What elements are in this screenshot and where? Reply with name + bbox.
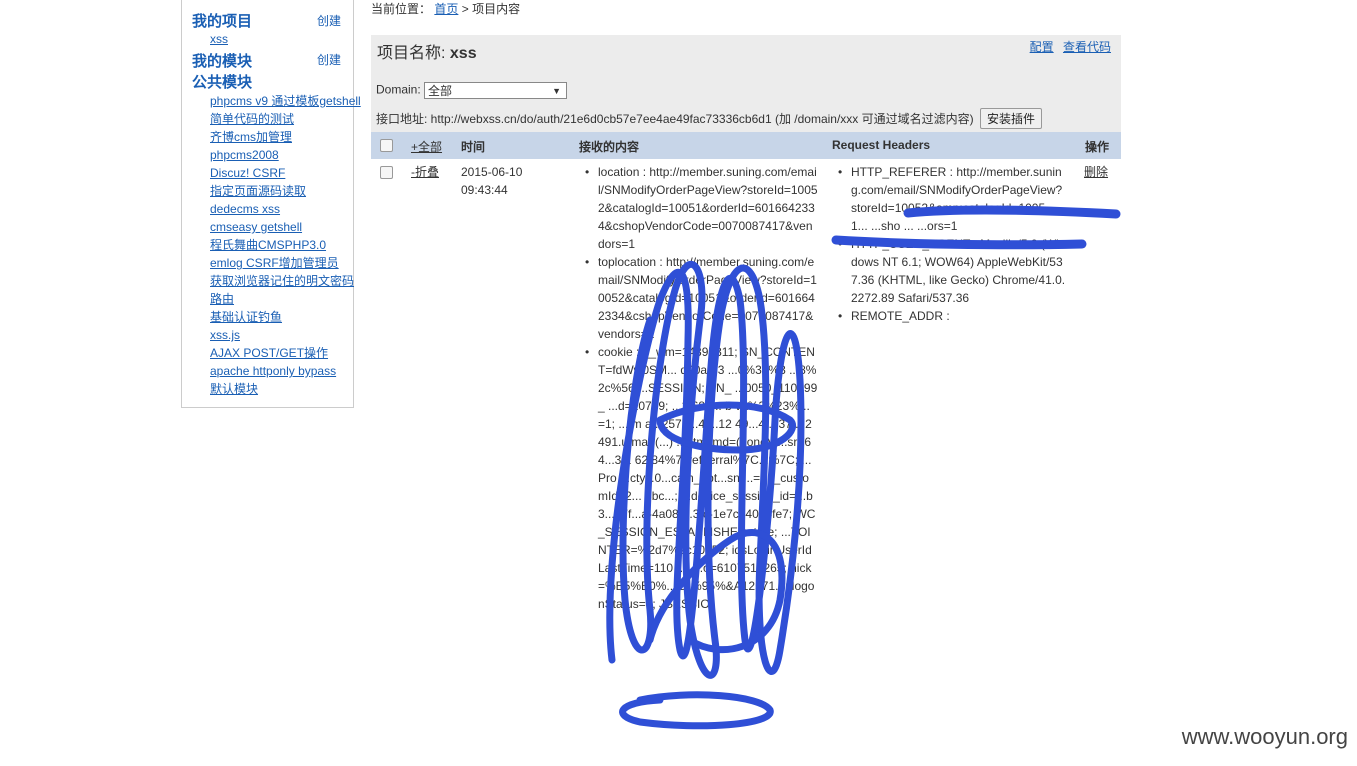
module-link[interactable]: 齐博cms加管理: [210, 128, 361, 146]
content-column-header: 接收的内容: [579, 140, 640, 154]
expand-all-link[interactable]: +全部: [411, 138, 442, 155]
my-modules-heading: 我的模块: [192, 53, 253, 70]
row-checkbox[interactable]: [380, 166, 393, 179]
api-address-text: 接口地址: http://webxss.cn/do/auth/21e6d0cb5…: [376, 112, 974, 126]
breadcrumb-prefix: 当前位置：: [371, 2, 432, 16]
create-project-link[interactable]: 创建: [317, 12, 341, 29]
project-links: 配置 查看代码: [1024, 38, 1111, 55]
module-link[interactable]: xss.js: [210, 326, 361, 344]
select-all-checkbox[interactable]: [380, 139, 393, 152]
request-headers-list: HTTP_REFERER : http://member.suning.com/…: [836, 163, 1068, 325]
header-item-remote-addr: REMOTE_ADDR :: [836, 307, 1068, 325]
domain-select[interactable]: 全部 ▼: [424, 82, 568, 99]
module-link[interactable]: 路由: [210, 290, 361, 308]
module-link[interactable]: 默认模块: [210, 380, 361, 398]
module-link[interactable]: 获取浏览器记住的明文密码: [210, 272, 361, 290]
table-header: +全部 时间 接收的内容 Request Headers 操作: [371, 132, 1121, 159]
module-link[interactable]: 指定页面源码读取: [210, 182, 361, 200]
breadcrumb-separator: >: [461, 2, 469, 16]
project-link-xss[interactable]: xss: [210, 32, 228, 46]
project-panel: 项目名称: xss 配置 查看代码 Domain: 全部 ▼ 接口地址: htt…: [371, 35, 1121, 132]
public-module-list: phpcms v9 通过模板getshell 简单代码的测试 齐博cms加管理 …: [210, 92, 361, 398]
watermark: www.wooyun.org: [1181, 724, 1348, 749]
breadcrumb-current: 项目内容: [472, 2, 521, 16]
domain-label: Domain:: [376, 82, 421, 97]
module-link[interactable]: 基础认证钓鱼: [210, 308, 361, 326]
breadcrumb: 当前位置： 首页 > 项目内容: [371, 0, 520, 17]
public-modules-heading: 公共模块: [192, 74, 253, 91]
collapse-row-link[interactable]: -折叠: [411, 163, 439, 181]
create-module-link[interactable]: 创建: [317, 51, 341, 68]
project-title: 项目名称: xss: [377, 39, 477, 63]
api-address-row: 接口地址: http://webxss.cn/do/auth/21e6d0cb5…: [376, 108, 1042, 129]
module-link[interactable]: Discuz! CSRF: [210, 164, 361, 182]
header-item-user-agent: HTTP_USER_AGENT : Mozilla/5.0 (Windows N…: [836, 235, 1068, 307]
module-link[interactable]: apache httponly bypass: [210, 362, 361, 380]
view-code-link[interactable]: 查看代码: [1063, 40, 1111, 54]
content-item-toplocation: toplocation : http://member.suning.com/e…: [583, 253, 818, 343]
module-link[interactable]: phpcms2008: [210, 146, 361, 164]
module-link[interactable]: dedecms xss: [210, 200, 361, 218]
received-content-list: location : http://member.suning.com/emai…: [583, 163, 818, 613]
actions-column-header: 操作: [1085, 140, 1110, 154]
request-headers-column-header: Request Headers: [832, 138, 931, 152]
project-name-label: 项目名称:: [377, 45, 446, 62]
content-item-cookie: cookie : __wm=14397311; SN_CONTENT=fdWw0…: [583, 343, 818, 613]
module-link[interactable]: 简单代码的测试: [210, 110, 361, 128]
breadcrumb-home-link[interactable]: 首页: [434, 2, 458, 16]
header-item-referer: HTTP_REFERER : http://member.suning.com/…: [836, 163, 1068, 235]
module-link[interactable]: AJAX POST/GET操作: [210, 344, 361, 362]
install-plugin-button[interactable]: 安装插件: [979, 108, 1042, 129]
module-link[interactable]: 程氏舞曲CMSPHP3.0: [210, 236, 361, 254]
sidebar: 我的项目 创建 xss 我的模块 创建 公共模块 phpcms v9 通过模板g…: [181, 0, 361, 408]
dropdown-arrow-icon: ▼: [552, 86, 562, 96]
time-column-header: 时间: [461, 140, 486, 154]
domain-selected-value: 全部: [428, 84, 453, 98]
module-link[interactable]: emlog CSRF增加管理员: [210, 254, 361, 272]
my-projects-heading: 我的项目: [192, 13, 253, 30]
project-name: xss: [449, 45, 477, 62]
delete-row-link[interactable]: 删除: [1084, 163, 1108, 181]
config-link[interactable]: 配置: [1030, 40, 1054, 54]
module-link[interactable]: cmseasy getshell: [210, 218, 361, 236]
module-link[interactable]: phpcms v9 通过模板getshell: [210, 92, 361, 110]
row-time: 2015-06-10 09:43:44: [461, 165, 523, 197]
content-item-location: location : http://member.suning.com/emai…: [583, 163, 818, 253]
domain-filter: Domain: 全部 ▼: [376, 82, 568, 99]
